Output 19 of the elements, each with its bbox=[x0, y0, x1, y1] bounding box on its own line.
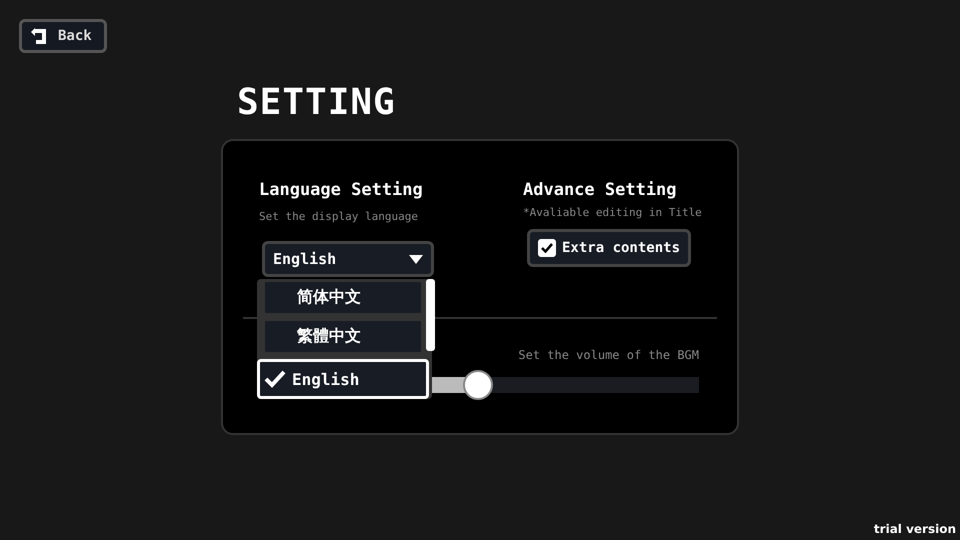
check-icon bbox=[264, 370, 286, 388]
scrollbar[interactable] bbox=[426, 279, 435, 351]
back-button[interactable]: Back bbox=[19, 19, 107, 53]
trial-version-label: trial version bbox=[874, 522, 956, 536]
bgm-description: Set the volume of the BGM bbox=[518, 347, 699, 363]
caret-icon bbox=[409, 254, 423, 264]
language-menu-item[interactable]: 简体中文 bbox=[262, 279, 424, 316]
section-description: Set the display language bbox=[259, 209, 419, 225]
language-dropdown[interactable]: English bbox=[262, 241, 434, 277]
language-menu-item[interactable]: 繁體中文 bbox=[262, 318, 424, 355]
slider-thumb[interactable] bbox=[463, 370, 493, 400]
section-heading: Advance Setting bbox=[523, 179, 677, 202]
language-menu-item[interactable]: English bbox=[257, 359, 429, 399]
section-heading: Language Setting bbox=[259, 179, 423, 202]
section-description: *Avaliable editing in Title bbox=[523, 205, 703, 221]
extra-contents-checkbox[interactable]: Extra contents bbox=[527, 229, 692, 267]
page-title: SETTING bbox=[237, 81, 397, 125]
checkbox-icon bbox=[538, 239, 556, 257]
back-icon bbox=[30, 27, 48, 45]
